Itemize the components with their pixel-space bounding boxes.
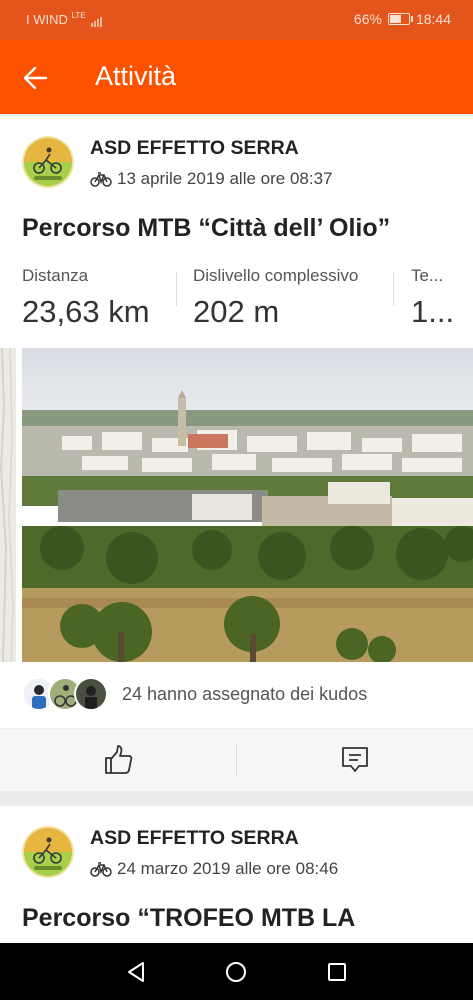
battery-icon — [387, 13, 413, 25]
club-avatar[interactable] — [22, 826, 74, 878]
status-right: 66% 18:44 — [354, 11, 451, 27]
battery-percent: 66% — [353, 11, 382, 27]
signal-icon — [91, 12, 103, 27]
stat-label: Distanza — [22, 266, 89, 285]
kudos-row[interactable]: 24 hanno assegnato dei kudos — [22, 676, 452, 712]
activity-title[interactable]: Percorso “TROFEO MTB LA — [22, 904, 355, 933]
stat-time: Te... 1... — [411, 266, 454, 330]
activity-actions — [0, 728, 473, 791]
club-avatar[interactable] — [22, 136, 74, 188]
thumbs-up-icon[interactable] — [102, 743, 136, 777]
square-recents-icon[interactable] — [323, 958, 351, 986]
triangle-back-icon[interactable] — [122, 958, 150, 986]
activity-card[interactable]: ASD EFFETTO SERRA 13 aprile 2019 alle or… — [0, 116, 473, 791]
stat-divider — [176, 272, 177, 306]
stat-distance: Distanza 23,63 km — [22, 266, 150, 330]
network-type: LTE — [71, 11, 86, 20]
carrier-label: I WIND LTE — [26, 11, 103, 27]
activity-date: 13 aprile 2019 alle ore 08:37 — [117, 169, 333, 188]
activity-title[interactable]: Percorso MTB “Città dell’ Olio” — [22, 214, 390, 243]
carrier-name: I WIND — [26, 12, 68, 27]
circle-home-icon[interactable] — [222, 958, 250, 986]
status-bar: I WIND LTE 66% 18:44 — [0, 0, 473, 40]
system-nav-bar — [0, 943, 473, 1000]
stat-elevation: Dislivello complessivo 202 m — [193, 266, 358, 330]
activity-photo[interactable] — [22, 348, 473, 662]
activity-meta: 24 marzo 2019 alle ore 08:46 — [90, 859, 338, 879]
stat-divider — [393, 272, 394, 306]
activity-card[interactable]: ASD EFFETTO SERRA 24 marzo 2019 alle ore… — [0, 806, 473, 946]
stat-value: 202 m — [193, 294, 280, 329]
stat-label: Te... — [411, 266, 444, 285]
club-name[interactable]: ASD EFFETTO SERRA — [90, 827, 299, 850]
club-name[interactable]: ASD EFFETTO SERRA — [90, 137, 299, 160]
kudos-count[interactable]: 24 hanno assegnato dei kudos — [122, 684, 367, 705]
page-title: Attività — [95, 61, 177, 91]
activity-date: 24 marzo 2019 alle ore 08:46 — [117, 859, 339, 878]
kudos-avatar — [74, 677, 108, 711]
comment-icon[interactable] — [338, 743, 372, 777]
arrow-left-icon[interactable] — [20, 62, 52, 94]
activity-stats: Distanza 23,63 km Dislivello complessivo… — [22, 266, 473, 336]
bicycle-icon — [90, 862, 112, 877]
stat-value: 23,63 km — [22, 294, 150, 329]
route-map-thumbnail[interactable] — [0, 348, 16, 662]
clock: 18:44 — [415, 11, 451, 27]
stat-value: 1... — [411, 294, 455, 329]
actions-divider — [236, 743, 237, 777]
activity-meta: 13 aprile 2019 alle ore 08:37 — [90, 169, 333, 189]
stat-label: Dislivello complessivo — [193, 266, 359, 285]
app-bar: Attività — [0, 40, 473, 114]
bicycle-icon — [90, 172, 112, 187]
